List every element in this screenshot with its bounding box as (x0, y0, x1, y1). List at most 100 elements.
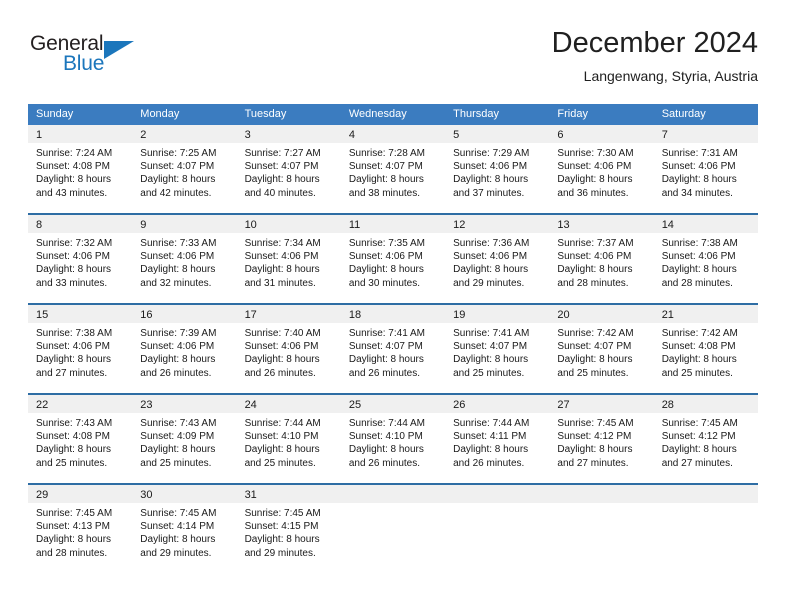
daylight-text-line1: Daylight: 8 hours (348, 264, 424, 276)
daylight-text-line1: Daylight: 8 hours (557, 354, 633, 366)
day-number: 16 (140, 309, 153, 321)
day-cell[interactable]: 18 Sunrise: 7:41 AM Sunset: 4:07 PM Dayl… (340, 305, 446, 393)
day-cell[interactable]: 7 Sunrise: 7:31 AM Sunset: 4:06 PM Dayli… (653, 125, 758, 213)
day-cell[interactable]: 16 Sunrise: 7:39 AM Sunset: 4:06 PM Dayl… (132, 305, 237, 393)
brand-logo[interactable]: General Blue (30, 32, 160, 82)
day-info: Sunrise: 7:45 AM Sunset: 4:14 PM Dayligh… (132, 503, 236, 560)
sunrise-text: Sunrise: 7:39 AM (140, 328, 217, 339)
day-cell[interactable]: 31 Sunrise: 7:45 AM Sunset: 4:15 PM Dayl… (236, 485, 341, 573)
day-info: Sunrise: 7:43 AM Sunset: 4:08 PM Dayligh… (28, 413, 132, 470)
daylight-text-line2: and 29 minutes. (453, 277, 525, 289)
daylight-text-line1: Daylight: 8 hours (557, 444, 633, 456)
day-info: Sunrise: 7:24 AM Sunset: 4:08 PM Dayligh… (28, 143, 132, 200)
day-number-band: 16 (132, 305, 237, 323)
daylight-text-line2: and 42 minutes. (140, 187, 212, 199)
day-cell[interactable]: 29 Sunrise: 7:45 AM Sunset: 4:13 PM Dayl… (28, 485, 133, 573)
day-info: Sunrise: 7:44 AM Sunset: 4:10 PM Dayligh… (341, 413, 445, 470)
day-number-band: 29 (28, 485, 133, 503)
day-info: Sunrise: 7:32 AM Sunset: 4:06 PM Dayligh… (28, 233, 132, 290)
day-cell[interactable]: 9 Sunrise: 7:33 AM Sunset: 4:06 PM Dayli… (132, 215, 237, 303)
day-number-band: 6 (549, 125, 654, 143)
daylight-text-line2: and 26 minutes. (453, 457, 525, 469)
day-cell[interactable]: 4 Sunrise: 7:28 AM Sunset: 4:07 PM Dayli… (340, 125, 446, 213)
day-cell[interactable]: 3 Sunrise: 7:27 AM Sunset: 4:07 PM Dayli… (236, 125, 341, 213)
day-number: 31 (244, 489, 257, 501)
daylight-text-line1: Daylight: 8 hours (661, 264, 737, 276)
day-number-band: 27 (549, 395, 654, 413)
day-number-band: 1 (28, 125, 133, 143)
day-info: Sunrise: 7:43 AM Sunset: 4:09 PM Dayligh… (132, 413, 236, 470)
sunset-text: Sunset: 4:06 PM (348, 251, 423, 263)
sunset-text: Sunset: 4:06 PM (140, 341, 215, 353)
day-cell[interactable]: 19 Sunrise: 7:41 AM Sunset: 4:07 PM Dayl… (445, 305, 550, 393)
day-info: Sunrise: 7:45 AM Sunset: 4:13 PM Dayligh… (28, 503, 132, 560)
day-number-band: 18 (340, 305, 446, 323)
daylight-text-line1: Daylight: 8 hours (661, 444, 737, 456)
day-cell[interactable]: 6 Sunrise: 7:30 AM Sunset: 4:06 PM Dayli… (549, 125, 654, 213)
sunset-text: Sunset: 4:15 PM (244, 521, 319, 533)
daylight-text-line2: and 27 minutes. (557, 457, 629, 469)
day-cell[interactable]: 15 Sunrise: 7:38 AM Sunset: 4:06 PM Dayl… (28, 305, 133, 393)
day-info: Sunrise: 7:38 AM Sunset: 4:06 PM Dayligh… (654, 233, 758, 290)
sunset-text: Sunset: 4:06 PM (244, 251, 319, 263)
sunrise-text: Sunrise: 7:28 AM (348, 148, 425, 159)
day-cell[interactable]: 2 Sunrise: 7:25 AM Sunset: 4:07 PM Dayli… (132, 125, 237, 213)
day-cell[interactable]: 13 Sunrise: 7:37 AM Sunset: 4:06 PM Dayl… (549, 215, 654, 303)
day-cell[interactable]: 5 Sunrise: 7:29 AM Sunset: 4:06 PM Dayli… (445, 125, 550, 213)
day-number: 1 (36, 129, 43, 141)
weekday-header-row: Sunday Monday Tuesday Wednesday Thursday… (28, 104, 758, 125)
day-cell[interactable]: 22 Sunrise: 7:43 AM Sunset: 4:08 PM Dayl… (28, 395, 133, 483)
daylight-text-line1: Daylight: 8 hours (244, 354, 320, 366)
day-info: Sunrise: 7:31 AM Sunset: 4:06 PM Dayligh… (654, 143, 758, 200)
day-cell[interactable]: 26 Sunrise: 7:44 AM Sunset: 4:11 PM Dayl… (445, 395, 550, 483)
title-block: December 2024 Langenwang, Styria, Austri… (552, 26, 758, 86)
sunrise-text: Sunrise: 7:36 AM (453, 238, 530, 249)
daylight-text-line1: Daylight: 8 hours (36, 264, 112, 276)
daylight-text-line1: Daylight: 8 hours (140, 264, 216, 276)
day-cell[interactable]: 14 Sunrise: 7:38 AM Sunset: 4:06 PM Dayl… (653, 215, 758, 303)
day-number-band: 2 (132, 125, 237, 143)
day-number: 3 (244, 129, 251, 141)
day-cell[interactable]: 30 Sunrise: 7:45 AM Sunset: 4:14 PM Dayl… (132, 485, 237, 573)
day-cell[interactable]: 27 Sunrise: 7:45 AM Sunset: 4:12 PM Dayl… (549, 395, 654, 483)
weekday-header-sunday: Sunday (36, 108, 74, 120)
daylight-text-line2: and 37 minutes. (453, 187, 525, 199)
daylight-text-line2: and 29 minutes. (140, 547, 212, 559)
day-number-band: 20 (549, 305, 654, 323)
sunset-text: Sunset: 4:06 PM (557, 161, 632, 173)
daylight-text-line2: and 43 minutes. (36, 187, 108, 199)
day-info: Sunrise: 7:33 AM Sunset: 4:06 PM Dayligh… (132, 233, 236, 290)
sunset-text: Sunset: 4:06 PM (36, 251, 110, 263)
day-cell[interactable]: 28 Sunrise: 7:45 AM Sunset: 4:12 PM Dayl… (653, 395, 758, 483)
day-cell[interactable]: 12 Sunrise: 7:36 AM Sunset: 4:06 PM Dayl… (445, 215, 550, 303)
daylight-text-line1: Daylight: 8 hours (348, 174, 424, 186)
daylight-text-line2: and 40 minutes. (244, 187, 316, 199)
week-row: 29 Sunrise: 7:45 AM Sunset: 4:13 PM Dayl… (28, 483, 758, 573)
day-cell[interactable]: 11 Sunrise: 7:35 AM Sunset: 4:06 PM Dayl… (340, 215, 446, 303)
day-cell[interactable]: 21 Sunrise: 7:42 AM Sunset: 4:08 PM Dayl… (653, 305, 758, 393)
day-info: Sunrise: 7:44 AM Sunset: 4:11 PM Dayligh… (445, 413, 549, 470)
day-number: 4 (348, 129, 355, 141)
sunrise-text: Sunrise: 7:41 AM (348, 328, 425, 339)
weekday-header-saturday: Saturday (661, 108, 706, 120)
daylight-text-line1: Daylight: 8 hours (348, 354, 424, 366)
day-cell[interactable]: 10 Sunrise: 7:34 AM Sunset: 4:06 PM Dayl… (236, 215, 341, 303)
day-cell[interactable]: 1 Sunrise: 7:24 AM Sunset: 4:08 PM Dayli… (28, 125, 133, 213)
daylight-text-line1: Daylight: 8 hours (453, 264, 529, 276)
day-number-band: 10 (236, 215, 341, 233)
daylight-text-line1: Daylight: 8 hours (36, 534, 112, 546)
weekday-header-wednesday: Wednesday (348, 108, 407, 120)
week-row: 15 Sunrise: 7:38 AM Sunset: 4:06 PM Dayl… (28, 303, 758, 393)
day-number-band: 23 (132, 395, 237, 413)
sunset-text: Sunset: 4:09 PM (140, 431, 215, 443)
day-cell[interactable]: 8 Sunrise: 7:32 AM Sunset: 4:06 PM Dayli… (28, 215, 133, 303)
day-cell[interactable]: 24 Sunrise: 7:44 AM Sunset: 4:10 PM Dayl… (236, 395, 341, 483)
day-cell[interactable]: 17 Sunrise: 7:40 AM Sunset: 4:06 PM Dayl… (236, 305, 341, 393)
day-cell[interactable]: 25 Sunrise: 7:44 AM Sunset: 4:10 PM Dayl… (340, 395, 446, 483)
page-subtitle: Langenwang, Styria, Austria (583, 68, 758, 84)
sunrise-text: Sunrise: 7:40 AM (244, 328, 321, 339)
day-cell[interactable]: 23 Sunrise: 7:43 AM Sunset: 4:09 PM Dayl… (132, 395, 237, 483)
day-cell[interactable]: 20 Sunrise: 7:42 AM Sunset: 4:07 PM Dayl… (549, 305, 654, 393)
day-info: Sunrise: 7:42 AM Sunset: 4:07 PM Dayligh… (549, 323, 653, 380)
daylight-text-line1: Daylight: 8 hours (36, 354, 112, 366)
